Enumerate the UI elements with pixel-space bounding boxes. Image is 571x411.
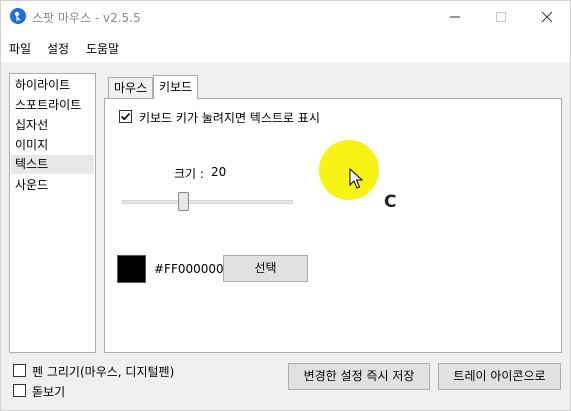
sidebar-item-highlight[interactable]: 하이라이트	[11, 76, 94, 95]
menu-bar: 파일 설정 도움말	[1, 32, 570, 62]
menu-settings[interactable]: 설정	[47, 40, 69, 57]
select-color-label: 선택	[254, 261, 277, 275]
sidebar-item-spotlight[interactable]: 스포트라이트	[11, 96, 94, 115]
pen-drawing-label: 펜 그리기(마우스, 디지털펜)	[32, 365, 175, 379]
size-value: 20	[211, 165, 227, 179]
pen-drawing-checkbox[interactable]	[13, 364, 26, 377]
tab-mouse[interactable]: 마우스	[108, 77, 154, 99]
title-bar[interactable]: 스팟 마우스 - v2.5.5	[1, 1, 570, 32]
show-text-label: 키보드 키가 눌려지면 텍스트로 표시	[139, 111, 320, 125]
sidebar-item-sound[interactable]: 사운드	[11, 176, 94, 195]
menu-file[interactable]: 파일	[9, 40, 31, 57]
close-button[interactable]	[524, 1, 570, 32]
color-hex: #FF000000	[154, 262, 224, 276]
spot-mouse-app-icon	[10, 8, 26, 24]
keyboard-tab-panel	[104, 98, 562, 353]
menu-help[interactable]: 도움말	[86, 40, 119, 57]
minimize-icon	[450, 16, 460, 18]
close-icon	[541, 11, 553, 23]
sidebar-item-crosshair[interactable]: 십자선	[11, 116, 94, 135]
sidebar-item-text[interactable]: 텍스트	[11, 155, 94, 174]
magnifier-checkbox[interactable]	[13, 384, 26, 397]
size-label: 크기 :	[174, 167, 204, 181]
apply-immediately-label: 변경한 설정 즉시 저장	[303, 369, 415, 383]
magnifier-label: 돋보기	[32, 385, 66, 399]
select-color-button[interactable]: 선택	[223, 255, 308, 282]
effect-list[interactable]: 하이라이트 스포트라이트 십자선 이미지 텍스트 사운드	[9, 73, 96, 353]
sidebar-item-image[interactable]: 이미지	[11, 136, 94, 155]
to-tray-button[interactable]: 트레이 아이콘으로	[438, 363, 561, 390]
checkmark-icon	[120, 112, 131, 121]
to-tray-label: 트레이 아이콘으로	[453, 369, 546, 383]
maximize-button[interactable]	[478, 1, 524, 32]
size-slider-thumb[interactable]	[178, 192, 189, 211]
tab-keyboard[interactable]: 키보드	[153, 75, 199, 99]
size-slider[interactable]	[122, 200, 293, 204]
show-text-checkbox[interactable]	[119, 110, 132, 123]
maximize-icon	[496, 12, 506, 22]
main-window: 스팟 마우스 - v2.5.5 파일 설정 도움말 하이라이트 스포트라이트 십…	[0, 0, 571, 411]
color-swatch	[117, 255, 146, 283]
apply-immediately-button[interactable]: 변경한 설정 즉시 저장	[288, 363, 430, 390]
mouse-pointer-icon	[349, 168, 363, 189]
window-title: 스팟 마우스 - v2.5.5	[32, 11, 141, 25]
keystroke-preview-char: C	[384, 192, 397, 212]
minimize-button[interactable]	[432, 1, 478, 32]
